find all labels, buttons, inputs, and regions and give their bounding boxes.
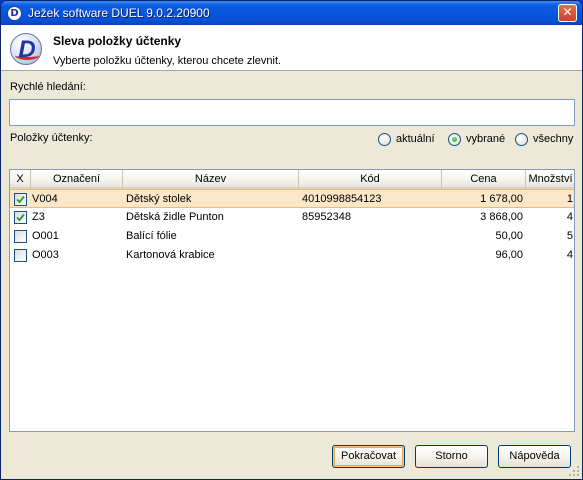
cell-code: O003 bbox=[32, 249, 59, 261]
column-header-name[interactable]: Název bbox=[123, 170, 299, 189]
items-label: Položky účtenky: bbox=[10, 132, 93, 144]
help-button[interactable]: Nápověda bbox=[498, 445, 571, 468]
cancel-button[interactable]: Storno bbox=[415, 445, 488, 468]
radio-aktualni-circle[interactable] bbox=[378, 133, 391, 146]
cell-price: 1 678,00 bbox=[480, 193, 523, 205]
row-checkbox[interactable] bbox=[14, 249, 27, 262]
cell-name: Dětská židle Punton bbox=[126, 211, 224, 223]
cell-code: V004 bbox=[32, 193, 58, 205]
radio-vsechny-circle[interactable] bbox=[515, 133, 528, 146]
column-header-check[interactable]: X bbox=[10, 170, 31, 189]
cell-qty: 4 bbox=[566, 249, 573, 261]
column-header-qty[interactable]: Množství bbox=[526, 170, 574, 189]
table-row[interactable]: O001 Balící fólie 50,00 5 bbox=[10, 227, 574, 246]
column-header-ean[interactable]: Kód bbox=[299, 170, 442, 189]
radio-vsechny-label: všechny bbox=[533, 133, 574, 145]
resize-grip-icon[interactable] bbox=[568, 465, 580, 477]
app-icon: D bbox=[7, 6, 22, 21]
cell-code: O001 bbox=[32, 230, 59, 242]
items-grid[interactable]: X Označení Název Kód Cena Množství V004 … bbox=[9, 169, 575, 432]
cell-ean: 85952348 bbox=[302, 211, 351, 223]
duel-logo-icon: D bbox=[10, 33, 42, 65]
cell-price: 3 868,00 bbox=[480, 211, 523, 223]
radio-vybrane-circle[interactable] bbox=[448, 133, 461, 146]
title-bar[interactable]: D Ježek software DUEL 9.0.2.20900 ✕ bbox=[1, 1, 582, 25]
dialog-heading: Sleva položky účtenky bbox=[53, 34, 182, 48]
check-icon bbox=[16, 195, 25, 204]
cell-ean bbox=[302, 227, 440, 246]
cell-code: Z3 bbox=[32, 211, 45, 223]
radio-vsechny[interactable]: všechny bbox=[515, 132, 577, 148]
radio-aktualni-label: aktuální bbox=[396, 133, 435, 145]
search-input[interactable] bbox=[9, 99, 575, 126]
continue-button[interactable]: Pokračovat bbox=[332, 445, 405, 468]
window-title: Ježek software DUEL 9.0.2.20900 bbox=[28, 6, 210, 20]
search-label: Rychlé hledání: bbox=[10, 81, 86, 93]
cell-name: Kartonová krabice bbox=[126, 249, 215, 261]
table-row[interactable]: O003 Kartonová krabice 96,00 4 bbox=[10, 246, 574, 265]
radio-vybrane[interactable]: vybrané bbox=[448, 132, 508, 148]
check-icon bbox=[16, 213, 25, 222]
cell-ean: 4010998854123 bbox=[302, 193, 382, 205]
grid-header: X Označení Název Kód Cena Množství bbox=[10, 170, 574, 189]
close-button[interactable]: ✕ bbox=[558, 4, 577, 22]
cell-price: 50,00 bbox=[495, 230, 523, 242]
table-row[interactable]: V004 Dětský stolek 4010998854123 1 678,0… bbox=[10, 189, 574, 208]
header-panel: D Sleva položky účtenky Vyberte položku … bbox=[1, 25, 582, 71]
cell-qty: 4 bbox=[566, 211, 573, 223]
row-checkbox[interactable] bbox=[14, 211, 27, 224]
cell-name: Dětský stolek bbox=[126, 193, 192, 205]
cell-ean bbox=[302, 246, 440, 265]
cell-qty: 1 bbox=[566, 193, 573, 205]
dialog-description: Vyberte položku účtenky, kterou chcete z… bbox=[53, 55, 282, 67]
column-header-code[interactable]: Označení bbox=[31, 170, 123, 189]
cell-price: 96,00 bbox=[495, 249, 523, 261]
row-checkbox[interactable] bbox=[14, 193, 27, 206]
cell-name: Balící fólie bbox=[126, 230, 177, 242]
dialog-window: D Ježek software DUEL 9.0.2.20900 ✕ D Sl… bbox=[0, 0, 583, 480]
cell-qty: 5 bbox=[566, 230, 573, 242]
logo-letter: D bbox=[18, 36, 36, 63]
radio-vybrane-label: vybrané bbox=[466, 133, 506, 145]
table-row[interactable]: Z3 Dětská židle Punton 85952348 3 868,00… bbox=[10, 208, 574, 227]
column-header-price[interactable]: Cena bbox=[442, 170, 526, 189]
row-checkbox[interactable] bbox=[14, 230, 27, 243]
radio-aktualni[interactable]: aktuální bbox=[378, 132, 440, 148]
